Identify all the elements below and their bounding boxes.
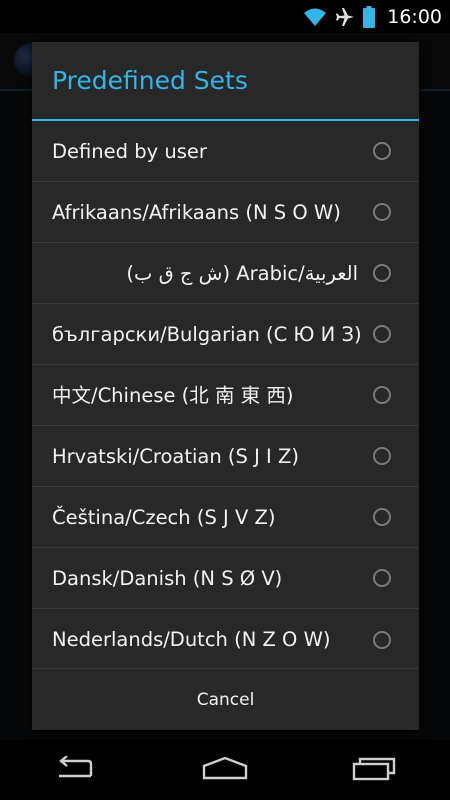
options-list: Defined by user Afrikaans/Afrikaans (N S… <box>32 121 419 670</box>
option-label: български/Bulgarian (С Ю И З) <box>52 322 362 346</box>
option-label: العربية/Arabic (ش ج ق ب) <box>126 261 358 285</box>
option-label: Nederlands/Dutch (N Z O W) <box>52 628 331 651</box>
option-label: Afrikaans/Afrikaans (N S O W) <box>52 200 341 224</box>
option-label: Defined by user <box>52 139 207 163</box>
radio-button[interactable] <box>373 325 391 343</box>
list-item[interactable]: Dansk/Danish (N S Ø V) <box>32 548 419 609</box>
home-icon <box>201 756 249 784</box>
option-label: Hrvatski/Croatian (S J I Z) <box>52 444 299 468</box>
radio-button[interactable] <box>373 203 391 221</box>
recents-button[interactable] <box>345 750 405 790</box>
recents-icon <box>352 755 398 785</box>
list-item[interactable]: български/Bulgarian (С Ю И З) <box>32 304 419 365</box>
radio-button[interactable] <box>373 630 391 649</box>
radio-button[interactable] <box>373 508 391 526</box>
status-bar: 16:00 <box>0 0 450 33</box>
radio-button[interactable] <box>373 142 391 160</box>
list-item[interactable]: 中文/Chinese (北 南 東 西) <box>32 365 419 426</box>
radio-button[interactable] <box>373 386 391 404</box>
back-button[interactable] <box>45 750 105 790</box>
radio-button[interactable] <box>373 264 391 282</box>
list-item[interactable]: Čeština/Czech (S J V Z) <box>32 487 419 548</box>
list-item[interactable]: Defined by user <box>32 121 419 182</box>
list-item[interactable]: Afrikaans/Afrikaans (N S O W) <box>32 182 419 243</box>
predefined-sets-dialog: Predefined Sets Defined by user Afrikaan… <box>32 42 419 730</box>
option-label: 中文/Chinese (北 南 東 西) <box>52 383 294 407</box>
back-icon <box>53 755 97 784</box>
list-item[interactable]: Nederlands/Dutch (N Z O W) <box>32 609 419 670</box>
home-button[interactable] <box>195 750 255 790</box>
option-label: Čeština/Czech (S J V Z) <box>52 505 276 529</box>
list-item[interactable]: العربية/Arabic (ش ج ق ب) <box>32 243 419 304</box>
option-label: Dansk/Danish (N S Ø V) <box>52 566 283 590</box>
radio-button[interactable] <box>373 447 391 465</box>
cancel-button[interactable]: Cancel <box>32 668 419 730</box>
airplane-icon <box>335 7 355 27</box>
battery-icon <box>363 5 376 28</box>
list-item[interactable]: Hrvatski/Croatian (S J I Z) <box>32 426 419 487</box>
clock: 16:00 <box>387 5 442 28</box>
navigation-bar <box>0 740 450 800</box>
radio-button[interactable] <box>373 569 391 587</box>
dialog-title: Predefined Sets <box>32 42 419 121</box>
wifi-icon <box>303 7 327 27</box>
